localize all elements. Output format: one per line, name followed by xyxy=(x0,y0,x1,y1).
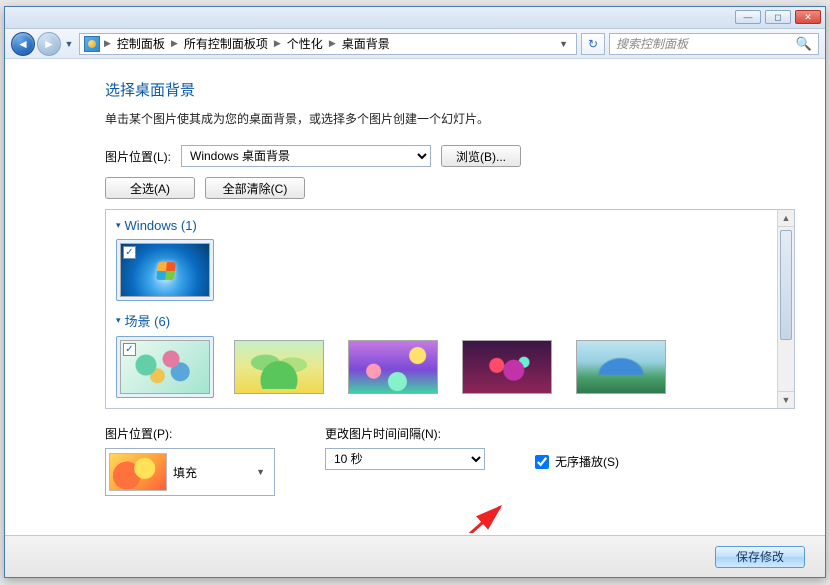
crumb-sep-icon: ▶ xyxy=(327,38,338,49)
position-column: 图片位置(P): 填充 ▼ xyxy=(105,425,275,496)
picture-position-dropdown[interactable]: 填充 ▼ xyxy=(105,448,275,496)
wallpaper-image xyxy=(576,340,666,394)
scrollbar[interactable]: ▲ ▼ xyxy=(777,210,794,408)
page-subtitle: 单击某个图片使其成为您的桌面背景，或选择多个图片创建一个幻灯片。 xyxy=(105,110,795,127)
scroll-down-icon[interactable]: ▼ xyxy=(778,391,794,408)
footer: 保存修改 xyxy=(5,535,825,577)
wallpaper-thumb[interactable]: ✓ xyxy=(116,336,214,398)
crumb-desktop-background[interactable]: 桌面背景 xyxy=(340,35,392,52)
wallpaper-image xyxy=(348,340,438,394)
personalization-icon xyxy=(84,36,100,52)
wallpaper-image xyxy=(234,340,324,394)
crumb-sep-icon: ▶ xyxy=(272,38,283,49)
crumb-personalization[interactable]: 个性化 xyxy=(285,35,325,52)
save-changes-button[interactable]: 保存修改 xyxy=(715,546,805,568)
wallpaper-image: ✓ xyxy=(120,340,210,394)
refresh-icon: ↻ xyxy=(588,37,598,51)
minimize-button[interactable]: — xyxy=(735,10,761,24)
forward-button[interactable]: ► xyxy=(37,32,61,56)
wallpaper-image xyxy=(462,340,552,394)
content-area: 选择桌面背景 单击某个图片使其成为您的桌面背景，或选择多个图片创建一个幻灯片。 … xyxy=(5,59,825,533)
disclosure-triangle-icon: ▾ xyxy=(116,315,121,326)
picture-location-label: 图片位置(L): xyxy=(105,148,171,165)
shuffle-checkbox[interactable] xyxy=(535,455,549,469)
options-row: 图片位置(P): 填充 ▼ 更改图片时间间隔(N): 10 秒 无序播放(S) xyxy=(105,425,795,496)
picture-position-label: 图片位置(P): xyxy=(105,425,275,442)
crumb-all-items[interactable]: 所有控制面板项 xyxy=(182,35,270,52)
group-header-windows[interactable]: ▾ Windows (1) xyxy=(116,218,784,233)
picture-location-dropdown[interactable]: Windows 桌面背景 xyxy=(181,145,431,167)
interval-label: 更改图片时间间隔(N): xyxy=(325,425,485,442)
nav-row: ◄ ► ▼ ▶ 控制面板 ▶ 所有控制面板项 ▶ 个性化 ▶ 桌面背景 ▼ ↻ … xyxy=(5,29,825,59)
window-buttons: — ◻ ✕ xyxy=(735,10,821,24)
titlebar: — ◻ ✕ xyxy=(5,7,825,29)
interval-dropdown[interactable]: 10 秒 xyxy=(325,448,485,470)
thumb-row-windows: ✓ xyxy=(116,239,784,301)
select-buttons-row: 全选(A) 全部清除(C) xyxy=(105,177,795,199)
chevron-down-icon: ▼ xyxy=(256,467,271,477)
refresh-button[interactable]: ↻ xyxy=(581,33,605,55)
wallpaper-thumb[interactable] xyxy=(458,336,556,398)
wallpaper-thumb[interactable] xyxy=(344,336,442,398)
wallpaper-thumb[interactable] xyxy=(230,336,328,398)
disclosure-triangle-icon: ▾ xyxy=(116,220,121,231)
clear-all-button[interactable]: 全部清除(C) xyxy=(205,177,305,199)
position-value: 填充 xyxy=(173,464,197,481)
close-button[interactable]: ✕ xyxy=(795,10,821,24)
page-title: 选择桌面背景 xyxy=(105,79,795,100)
crumb-sep-icon: ▶ xyxy=(169,38,180,49)
scroll-thumb[interactable] xyxy=(780,230,792,340)
scroll-up-icon[interactable]: ▲ xyxy=(778,210,794,227)
shuffle-label: 无序播放(S) xyxy=(555,453,619,470)
select-all-button[interactable]: 全选(A) xyxy=(105,177,195,199)
wallpaper-thumb[interactable] xyxy=(572,336,670,398)
control-panel-window: — ◻ ✕ ◄ ► ▼ ▶ 控制面板 ▶ 所有控制面板项 ▶ 个性化 ▶ 桌面背… xyxy=(4,6,826,578)
interval-column: 更改图片时间间隔(N): 10 秒 xyxy=(325,425,485,470)
crumb-control-panel[interactable]: 控制面板 xyxy=(115,35,167,52)
search-placeholder: 搜索控制面板 xyxy=(616,35,688,52)
nav-history-dropdown[interactable]: ▼ xyxy=(63,39,75,49)
group-header-scenes[interactable]: ▾ 场景 (6) xyxy=(116,311,784,330)
address-bar[interactable]: ▶ 控制面板 ▶ 所有控制面板项 ▶ 个性化 ▶ 桌面背景 ▼ xyxy=(79,33,577,55)
browse-button[interactable]: 浏览(B)... xyxy=(441,145,521,167)
wallpaper-image: ✓ xyxy=(120,243,210,297)
address-dropdown-icon[interactable]: ▼ xyxy=(555,39,572,49)
wallpaper-thumb[interactable]: ✓ xyxy=(116,239,214,301)
nav-back-forward: ◄ ► ▼ xyxy=(11,32,75,56)
search-icon: 🔍 xyxy=(796,36,812,52)
back-button[interactable]: ◄ xyxy=(11,32,35,56)
position-preview-image xyxy=(109,453,167,491)
thumb-checkbox[interactable]: ✓ xyxy=(123,343,136,356)
maximize-button[interactable]: ◻ xyxy=(765,10,791,24)
search-input[interactable]: 搜索控制面板 🔍 xyxy=(609,33,819,55)
thumb-row-scenes: ✓ xyxy=(116,336,784,398)
wallpaper-list-panel: ▾ Windows (1) ✓ ▾ 场景 (6) ✓ xyxy=(105,209,795,409)
crumb-sep-icon: ▶ xyxy=(102,38,113,49)
thumb-checkbox[interactable]: ✓ xyxy=(123,246,136,259)
shuffle-checkbox-row[interactable]: 无序播放(S) xyxy=(535,453,619,470)
picture-location-row: 图片位置(L): Windows 桌面背景 浏览(B)... xyxy=(105,145,795,167)
